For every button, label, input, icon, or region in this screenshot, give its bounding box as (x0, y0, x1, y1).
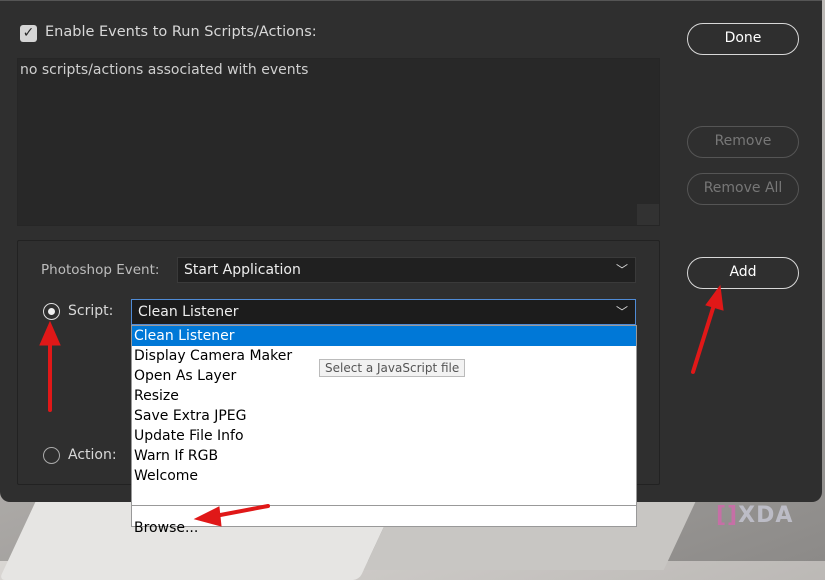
dropdown-option[interactable]: Warn If RGB (132, 446, 636, 466)
browse-option[interactable]: Browse... (132, 518, 636, 538)
script-select[interactable]: Clean Listener ﹀ (131, 299, 636, 325)
action-radio[interactable] (43, 447, 60, 464)
script-label: Script: (68, 303, 114, 319)
dropdown-separator (132, 505, 636, 506)
events-list[interactable]: no scripts/actions associated with event… (17, 58, 660, 226)
dropdown-option[interactable]: Update File Info (132, 426, 636, 446)
script-radio[interactable] (43, 303, 60, 320)
enable-events-checkbox[interactable]: ✓ (20, 25, 37, 42)
dropdown-option[interactable]: Clean Listener (132, 326, 636, 346)
list-scroll-corner (637, 204, 659, 225)
photoshop-event-label: Photoshop Event: (41, 262, 160, 278)
action-label: Action: (68, 447, 117, 463)
enable-events-label: Enable Events to Run Scripts/Actions: (45, 24, 317, 40)
dropdown-option[interactable]: Welcome (132, 466, 636, 486)
dropdown-option[interactable]: Save Extra JPEG (132, 406, 636, 426)
script-dropdown-list[interactable]: Clean Listener Display Camera Maker Open… (131, 325, 637, 536)
photoshop-event-value: Start Application (184, 262, 301, 278)
add-button[interactable]: Add (687, 257, 799, 289)
remove-all-button[interactable]: Remove All (687, 173, 799, 205)
script-value: Clean Listener (138, 304, 239, 320)
remove-button[interactable]: Remove (687, 126, 799, 158)
dropdown-option[interactable]: Resize (132, 386, 636, 406)
empty-list-text: no scripts/actions associated with event… (20, 62, 309, 78)
chevron-down-icon: ﹀ (615, 305, 628, 319)
done-button[interactable]: Done (687, 23, 799, 55)
tooltip: Select a JavaScript file (319, 359, 466, 377)
photoshop-event-select[interactable]: Start Application ﹀ (177, 257, 636, 283)
xda-watermark: []XDA (716, 503, 794, 528)
chevron-down-icon: ﹀ (615, 263, 628, 277)
